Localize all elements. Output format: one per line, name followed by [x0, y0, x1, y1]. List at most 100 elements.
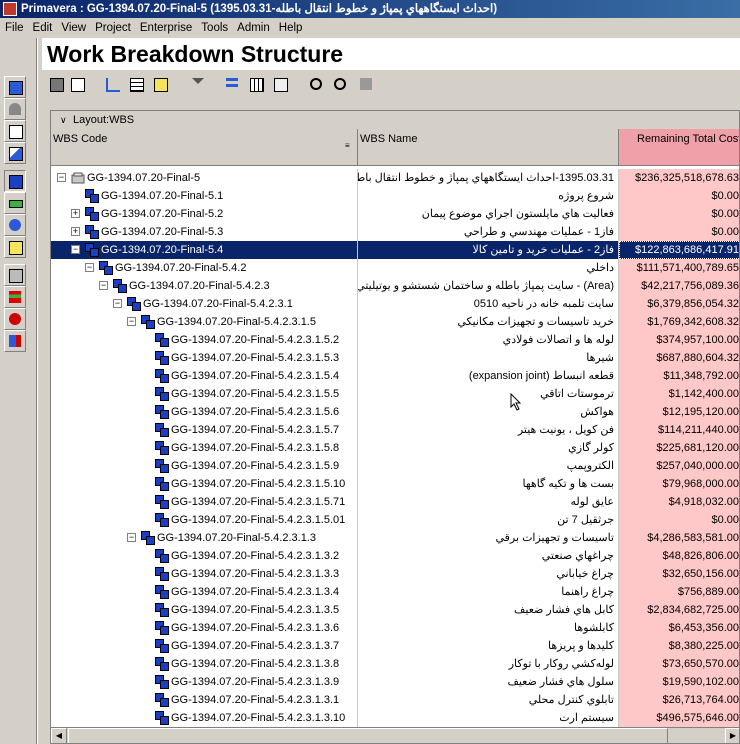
remaining-total-cost[interactable]: $756,889.00 — [619, 583, 739, 601]
assignments-button[interactable] — [4, 214, 26, 236]
activities-button[interactable] — [4, 192, 26, 214]
remaining-total-cost[interactable]: $0.00 — [619, 205, 739, 223]
wbs-name[interactable]: كابل هاي فشار ضعيف — [358, 601, 619, 619]
remaining-total-cost[interactable]: $122,863,686,417.91 — [619, 241, 739, 259]
remaining-total-cost[interactable]: $0.00 — [619, 187, 739, 205]
layout-button[interactable] — [272, 76, 289, 93]
table-row[interactable]: − GG-1394.07.20-Final-5.4.2.3.1.5 خريد تاس… — [51, 313, 739, 331]
remaining-total-cost[interactable]: $1,142,400.00 — [619, 385, 739, 403]
table-row[interactable]: − GG-1394.07.20-Final-5.4.2.3.1 سايت تلمبه… — [51, 295, 739, 313]
wbs-name[interactable]: 1395.03.31-احداث ايستگاههاي پمپاژ و خطوط… — [358, 169, 619, 187]
print-preview-button[interactable] — [69, 76, 86, 93]
print-button[interactable] — [48, 76, 65, 93]
table-row[interactable]: GG-1394.07.20-Final-5.4.2.3.1.5.7 فن كويل… — [51, 421, 739, 439]
remaining-total-cost[interactable]: $374,957,100.00 — [619, 331, 739, 349]
column-header-wbs-name[interactable]: WBS Name — [358, 129, 619, 165]
zoom-in-button[interactable] — [308, 76, 325, 93]
thresholds-button[interactable] — [4, 286, 26, 308]
table-row[interactable]: GG-1394.07.20-Final-5.4.2.3.1.5.9 الكتروپ… — [51, 457, 739, 475]
collapse-icon[interactable]: − — [71, 245, 80, 254]
horizontal-scrollbar[interactable]: ◀ ▶ — [51, 727, 739, 743]
table-row[interactable]: GG-1394.07.20-Final-5.4.2.3.1.3.4 چراغ را… — [51, 583, 739, 601]
wbs-name[interactable]: فعاليت هاي مايلستون اجراي موضوع پيمان — [358, 205, 619, 223]
wbs-name[interactable]: سلول هاي فشار ضعيف — [358, 673, 619, 691]
remaining-total-cost[interactable]: $496,575,646.00 — [619, 709, 739, 727]
expenses-button[interactable] — [4, 264, 26, 286]
table-row[interactable]: GG-1394.07.20-Final-5.4.2.3.1.3.5 كابل ها… — [51, 601, 739, 619]
wbs-name[interactable]: شيرها — [358, 349, 619, 367]
remaining-total-cost[interactable]: $6,379,856,054.32 — [619, 295, 739, 313]
menu-enterprise[interactable]: Enterprise — [135, 19, 196, 37]
wbs-name[interactable]: جرثقيل 7 تن — [358, 511, 619, 529]
scroll-thumb[interactable] — [68, 728, 668, 743]
table-row[interactable]: + GG-1394.07.20-Final-5.2 فعاليت هاي مايلس… — [51, 205, 739, 223]
wbs-name[interactable]: بست ها و تكيه گاهها — [358, 475, 619, 493]
work-products-button[interactable] — [4, 236, 26, 258]
scroll-left-button[interactable]: ◀ — [51, 728, 67, 743]
table-row[interactable]: GG-1394.07.20-Final-5.4.2.3.1.3.8 لوله‌كش… — [51, 655, 739, 673]
table-row[interactable]: GG-1394.07.20-Final-5.4.2.3.1.5.4 قطعه ان… — [51, 367, 739, 385]
hierarchy-button[interactable] — [152, 76, 169, 93]
collapse-icon[interactable]: − — [127, 317, 136, 326]
wbs-name[interactable]: تابلوي كنترل محلي — [358, 691, 619, 709]
table-row[interactable]: GG-1394.07.20-Final-5.4.2.3.1.5.3 شيرها $6… — [51, 349, 739, 367]
wbs-name[interactable]: كليدها و پريزها — [358, 637, 619, 655]
table-row[interactable]: − GG-1394.07.20-Final-5.4.2.3 (Area) - ساي… — [51, 277, 739, 295]
collapse-icon[interactable]: − — [85, 263, 94, 272]
remaining-total-cost[interactable]: $11,348,792.00 — [619, 367, 739, 385]
wbs-name[interactable]: هواكش — [358, 403, 619, 421]
table-row[interactable]: GG-1394.07.20-Final-5.4.2.3.1.5.8 كولر گا… — [51, 439, 739, 457]
menu-view[interactable]: View — [56, 19, 90, 37]
issues-button[interactable] — [4, 308, 26, 330]
reports-button[interactable] — [4, 120, 26, 142]
table-button[interactable] — [128, 76, 145, 93]
wbs-name[interactable]: ترموستات اتاقي — [358, 385, 619, 403]
remaining-total-cost[interactable]: $0.00 — [619, 511, 739, 529]
table-row[interactable]: GG-1394.07.20-Final-5.4.2.3.1.3.9 سلول ها… — [51, 673, 739, 691]
wbs-name[interactable]: چراغ راهنما — [358, 583, 619, 601]
table-row[interactable]: GG-1394.07.20-Final-5.4.2.3.1.3.2 چراغهاي… — [51, 547, 739, 565]
wbs-name[interactable]: فاز1 - عمليات مهندسي و طراحي — [358, 223, 619, 241]
column-header-remaining-total-cost[interactable]: Remaining Total Cost — [619, 129, 739, 165]
wbs-name[interactable]: عايق لوله — [358, 493, 619, 511]
projects-button[interactable] — [4, 76, 26, 98]
column-header-wbs-code[interactable]: WBS Code ≡ — [51, 129, 358, 165]
remaining-total-cost[interactable]: $26,713,764.00 — [619, 691, 739, 709]
columns-button[interactable] — [248, 76, 265, 93]
table-row[interactable]: GG-1394.07.20-Final-5.4.2.3.1.3.1 تابلوي … — [51, 691, 739, 709]
table-row[interactable]: GG-1394.07.20-Final-5.4.2.3.1.5.2 لوله ها… — [51, 331, 739, 349]
wbs-name[interactable]: سيستم ارت — [358, 709, 619, 727]
table-row[interactable]: GG-1394.07.20-Final-5.4.2.3.1.3.6 كابلشوه… — [51, 619, 739, 637]
remaining-total-cost[interactable]: $42,217,756,089.36 — [619, 277, 739, 295]
wbs-name[interactable]: چراغ خياباني — [358, 565, 619, 583]
menu-project[interactable]: Project — [90, 19, 135, 37]
expand-icon[interactable]: + — [71, 209, 80, 218]
remaining-total-cost[interactable]: $2,834,682,725.00 — [619, 601, 739, 619]
wbs-name[interactable]: لوله ها و اتصالات فولادي — [358, 331, 619, 349]
wbs-tree-button[interactable] — [104, 76, 121, 93]
wbs-name[interactable]: كولر گازي — [358, 439, 619, 457]
wbs-name[interactable]: خريد تاسيسات و تجهيزات مكانيكي — [358, 313, 619, 331]
wbs-name[interactable]: لوله‌كشي روكار با توكار — [358, 655, 619, 673]
table-row[interactable]: GG-1394.07.20-Final-5.4.2.3.1.3.10 سيستم … — [51, 709, 739, 727]
wbs-name[interactable]: چراغهاي صنعتي — [358, 547, 619, 565]
table-row[interactable]: − GG-1394.07.20-Final-5 1395.03.31-احداث ا… — [51, 169, 739, 187]
remaining-total-cost[interactable]: $8,380,225.00 — [619, 637, 739, 655]
wbs-name[interactable]: شروع پروژه — [358, 187, 619, 205]
menu-edit[interactable]: Edit — [28, 19, 57, 37]
table-row[interactable]: GG-1394.07.20-Final-5.4.2.3.1.5.01 جرثقيل… — [51, 511, 739, 529]
table-row[interactable]: GG-1394.07.20-Final-5.4.2.3.1.5.10 بست ها… — [51, 475, 739, 493]
remaining-total-cost[interactable]: $12,195,120.00 — [619, 403, 739, 421]
zoom-out-button[interactable] — [332, 76, 349, 93]
network-button[interactable] — [358, 76, 375, 93]
wbs-name[interactable]: الكتروپمپ — [358, 457, 619, 475]
collapse-icon[interactable]: − — [127, 533, 136, 542]
wbs-name[interactable]: سايت تلمبه خانه در ناحيه 0510 — [358, 295, 619, 313]
wbs-button[interactable] — [4, 170, 26, 192]
risks-button[interactable] — [4, 330, 26, 352]
remaining-total-cost[interactable]: $236,325,518,678.63 — [619, 169, 739, 187]
tracking-button[interactable] — [4, 142, 26, 164]
remaining-total-cost[interactable]: $79,968,000.00 — [619, 475, 739, 493]
wbs-name[interactable]: كابلشوها — [358, 619, 619, 637]
filter-button[interactable] — [190, 76, 207, 93]
